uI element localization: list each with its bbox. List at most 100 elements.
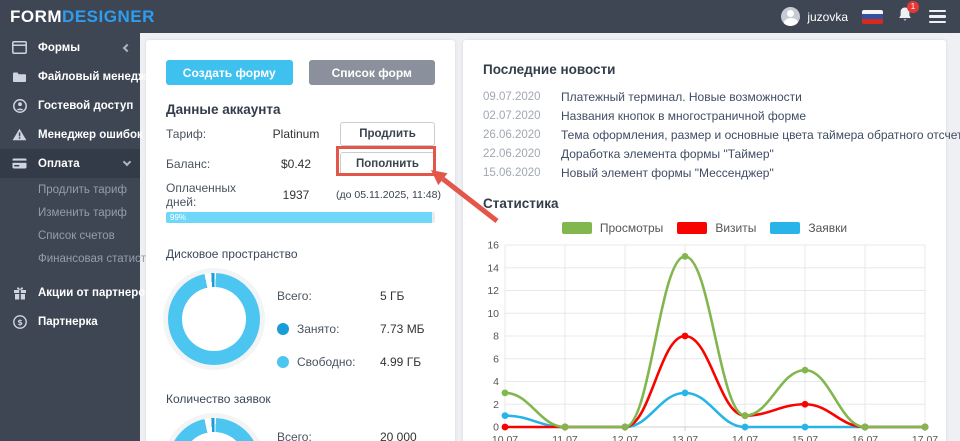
app-header: FORMDESIGNER juzovka 1: [0, 0, 960, 33]
used-dot: [277, 323, 289, 335]
news-link[interactable]: Тема оформления, размер и основные цвета…: [561, 128, 960, 142]
account-heading: Данные аккаунта: [166, 102, 435, 117]
language-flag-russia[interactable]: [862, 10, 883, 24]
error-manager-icon: [11, 128, 28, 141]
account-card: Создать форму Список форм Данные аккаунт…: [146, 40, 455, 441]
sidebar-item-error-manager[interactable]: Менеджер ошибок: [0, 120, 140, 149]
news-date: 26.06.2020: [483, 129, 545, 141]
svg-text:12.07: 12.07: [612, 434, 638, 441]
requests-total-value: 20 000: [380, 430, 417, 441]
visits-swatch: [677, 222, 707, 234]
svg-text:13.07: 13.07: [672, 434, 698, 441]
sidebar-item-forms[interactable]: Формы: [0, 33, 140, 62]
disk-used-value: 7.73 МБ: [380, 322, 425, 336]
news-item: 26.06.2020 Тема оформления, размер и осн…: [483, 125, 926, 144]
disk-donut-chart: [168, 273, 260, 365]
svg-text:17.07: 17.07: [912, 434, 938, 441]
requests-swatch: [770, 222, 800, 234]
app-logo[interactable]: FORMDESIGNER: [10, 7, 155, 27]
forms-icon: [11, 41, 28, 54]
news-link[interactable]: Доработка элемента формы "Таймер": [561, 147, 774, 161]
notifications-button[interactable]: 1: [897, 6, 913, 28]
svg-text:10: 10: [487, 308, 499, 320]
news-link[interactable]: Названия кнопок в многостраничной форме: [561, 109, 806, 123]
sidebar-subitem-financial-statistics[interactable]: Финансовая статистика: [0, 247, 140, 270]
news-date: 02.07.2020: [483, 110, 545, 122]
svg-text:$: $: [17, 318, 23, 327]
sidebar-subitem-prolong-tariff[interactable]: Продлить тариф: [0, 178, 140, 201]
sidebar-subitem-change-tariff[interactable]: Изменить тариф: [0, 201, 140, 224]
sidebar-subitem-invoice-list[interactable]: Список счетов: [0, 224, 140, 247]
disk-total-row: Всего: 5 ГБ: [277, 279, 435, 312]
legend-visits: Визиты: [677, 221, 756, 235]
svg-text:16: 16: [487, 240, 499, 252]
paid-days-value: 1937: [256, 188, 336, 202]
disk-free-row: Свободно: 4.99 ГБ: [277, 345, 435, 378]
paid-days-label: Оплаченных дней:: [166, 181, 256, 209]
topup-button[interactable]: Пополнить: [340, 152, 435, 176]
news-date: 09.07.2020: [483, 91, 545, 103]
svg-text:16.07: 16.07: [852, 434, 878, 441]
menu-toggle-icon[interactable]: [927, 8, 948, 26]
disk-space-title: Дисковое пространство: [166, 247, 435, 261]
news-item: 22.06.2020 Доработка элемента формы "Тай…: [483, 144, 926, 163]
news-link[interactable]: Новый элемент формы "Мессенджер": [561, 166, 774, 180]
news-card: Последние новости 09.07.2020 Платежный т…: [463, 40, 946, 441]
paid-days-progressbar: 99%: [166, 212, 435, 223]
prolong-button[interactable]: Продлить: [340, 122, 435, 146]
tariff-row: Тариф: Platinum Продлить: [166, 121, 435, 147]
news-item: 02.07.2020 Названия кнопок в многострани…: [483, 106, 926, 125]
requests-total-row: Всего: 20 000: [277, 424, 435, 441]
sidebar-item-affiliate[interactable]: $ Партнерка: [0, 307, 140, 336]
svg-text:10.07: 10.07: [492, 434, 518, 441]
chevron-down-icon: [123, 158, 131, 166]
svg-text:14.07: 14.07: [732, 434, 758, 441]
notification-badge: 1: [907, 1, 919, 13]
svg-text:8: 8: [493, 331, 499, 343]
form-list-button[interactable]: Список форм: [309, 60, 436, 85]
sidebar: Формы Файловый менеджер Гостевой доступ …: [0, 33, 140, 441]
disk-total-value: 5 ГБ: [380, 289, 404, 303]
svg-text:11.07: 11.07: [552, 434, 578, 441]
logo-designer: DESIGNER: [62, 7, 155, 26]
requests-donut-chart: [168, 418, 260, 441]
chart-legend: Просмотры Визиты Заявки: [483, 221, 926, 235]
chevron-left-icon: [123, 43, 131, 51]
balance-row: Баланс: $0.42 Пополнить: [166, 151, 435, 177]
tariff-value: Platinum: [256, 127, 336, 141]
paid-days-note: (до 05.11.2025, 11:48): [336, 189, 441, 201]
legend-requests: Заявки: [770, 221, 847, 235]
views-swatch: [562, 222, 592, 234]
free-dot: [277, 356, 289, 368]
news-date: 22.06.2020: [483, 148, 545, 160]
user-avatar[interactable]: [781, 7, 800, 26]
disk-free-value: 4.99 ГБ: [380, 355, 421, 369]
guest-access-icon: [11, 99, 28, 113]
logo-form: FORM: [10, 7, 62, 26]
svg-text:4: 4: [493, 376, 499, 388]
progress-fill: 99%: [166, 212, 432, 223]
statistics-heading: Статистика: [483, 196, 926, 211]
payment-icon: [11, 158, 28, 169]
sidebar-item-partner-promotions[interactable]: Акции от партнеров: [0, 278, 140, 307]
svg-text:12: 12: [487, 285, 499, 297]
news-link[interactable]: Платежный терминал. Новые возможности: [561, 90, 802, 104]
sidebar-item-guest-access[interactable]: Гостевой доступ: [0, 91, 140, 120]
svg-text:14: 14: [487, 262, 499, 274]
svg-text:0: 0: [493, 422, 499, 434]
sidebar-item-payment[interactable]: Оплата: [0, 149, 140, 178]
svg-text:6: 6: [493, 353, 499, 365]
create-form-button[interactable]: Создать форму: [166, 60, 293, 85]
news-item: 15.06.2020 Новый элемент формы "Мессендж…: [483, 163, 926, 182]
paid-days-row: Оплаченных дней: 1937 (до 05.11.2025, 11…: [166, 187, 435, 203]
main-content: Создать форму Список форм Данные аккаунт…: [140, 33, 960, 441]
legend-views: Просмотры: [562, 221, 663, 235]
svg-text:2: 2: [493, 399, 499, 411]
sidebar-item-file-manager[interactable]: Файловый менеджер: [0, 62, 140, 91]
file-manager-icon: [11, 71, 28, 83]
requests-title: Количество заявок: [166, 392, 435, 406]
username[interactable]: juzovka: [807, 10, 848, 24]
dollar-circle-icon: $: [11, 315, 28, 329]
gift-icon: [11, 286, 28, 300]
tariff-label: Тариф:: [166, 127, 256, 141]
